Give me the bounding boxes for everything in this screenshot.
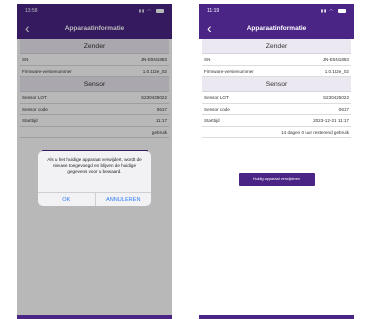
cancel-button[interactable]: ANNULEREN [94, 193, 152, 206]
row-label: Starttijd [204, 118, 220, 123]
dialog-message: Als u het huidige apparaat verwijdert, w… [47, 157, 142, 174]
bottom-bar [199, 315, 354, 319]
row-value: 0617 [338, 106, 349, 112]
row-remaining: 14 dagen 0 uur resterend gebruik [202, 127, 351, 138]
phone-screen-left: 13:58 ▮▮ ◠ ‹ Apparaatinformatie Zender S… [17, 4, 172, 319]
section-header-sensor: Sensor [202, 77, 351, 92]
row-firmware: Firmware-versienummer 1.0.1t2e_02 [202, 66, 351, 77]
row-sensor-lot: Sensor LOT S230425022 [202, 92, 351, 104]
signal-icon: ▮▮ [320, 8, 328, 13]
row-sn: SN JN-E5N1883 [202, 54, 351, 66]
row-sensor-code: Sensor code 0617 [202, 104, 351, 115]
row-label: Firmware-versienummer [204, 68, 254, 74]
nav-bar: ‹ Apparaatinformatie [199, 18, 354, 39]
status-bar: 11:19 ▮▮ ◠ [199, 4, 354, 18]
phone-screen-right: 11:19 ▮▮ ◠ ‹ Apparaatinformatie Zender S… [199, 4, 354, 319]
device-info-content: Zender SN JN-E5N1883 Firmware-versienumm… [199, 39, 354, 186]
status-time: 11:19 [207, 8, 220, 14]
bottom-bar [17, 315, 172, 319]
battery-icon [338, 8, 346, 13]
row-label: Sensor LOT [204, 95, 229, 100]
wifi-icon: ◠ [329, 8, 334, 13]
row-label: Sensor code [204, 106, 230, 112]
row-label: SN [204, 57, 211, 62]
remaining-text: 14 dagen 0 uur resterend gebruik [281, 129, 349, 135]
ok-button[interactable]: OK [38, 193, 95, 206]
section-header-zender: Zender [202, 39, 351, 54]
dialog-actions: OK ANNULEREN [38, 192, 151, 206]
confirm-dialog: Als u het huidige apparaat verwijdert, w… [38, 151, 151, 206]
remove-device-button[interactable]: Huidig apparaat verwijderen [238, 173, 315, 186]
row-value: 2023-12-21 11:17 [313, 118, 349, 123]
row-value: S230425022 [322, 95, 349, 100]
status-icons: ▮▮ ◠ [321, 8, 346, 13]
page-title: Apparaatinformatie [246, 25, 307, 32]
row-starttijd: Starttijd 2023-12-21 11:17 [202, 115, 351, 127]
row-value: 1.0.1t2e_02 [324, 68, 349, 74]
row-value: JN-E5N1883 [322, 57, 349, 62]
